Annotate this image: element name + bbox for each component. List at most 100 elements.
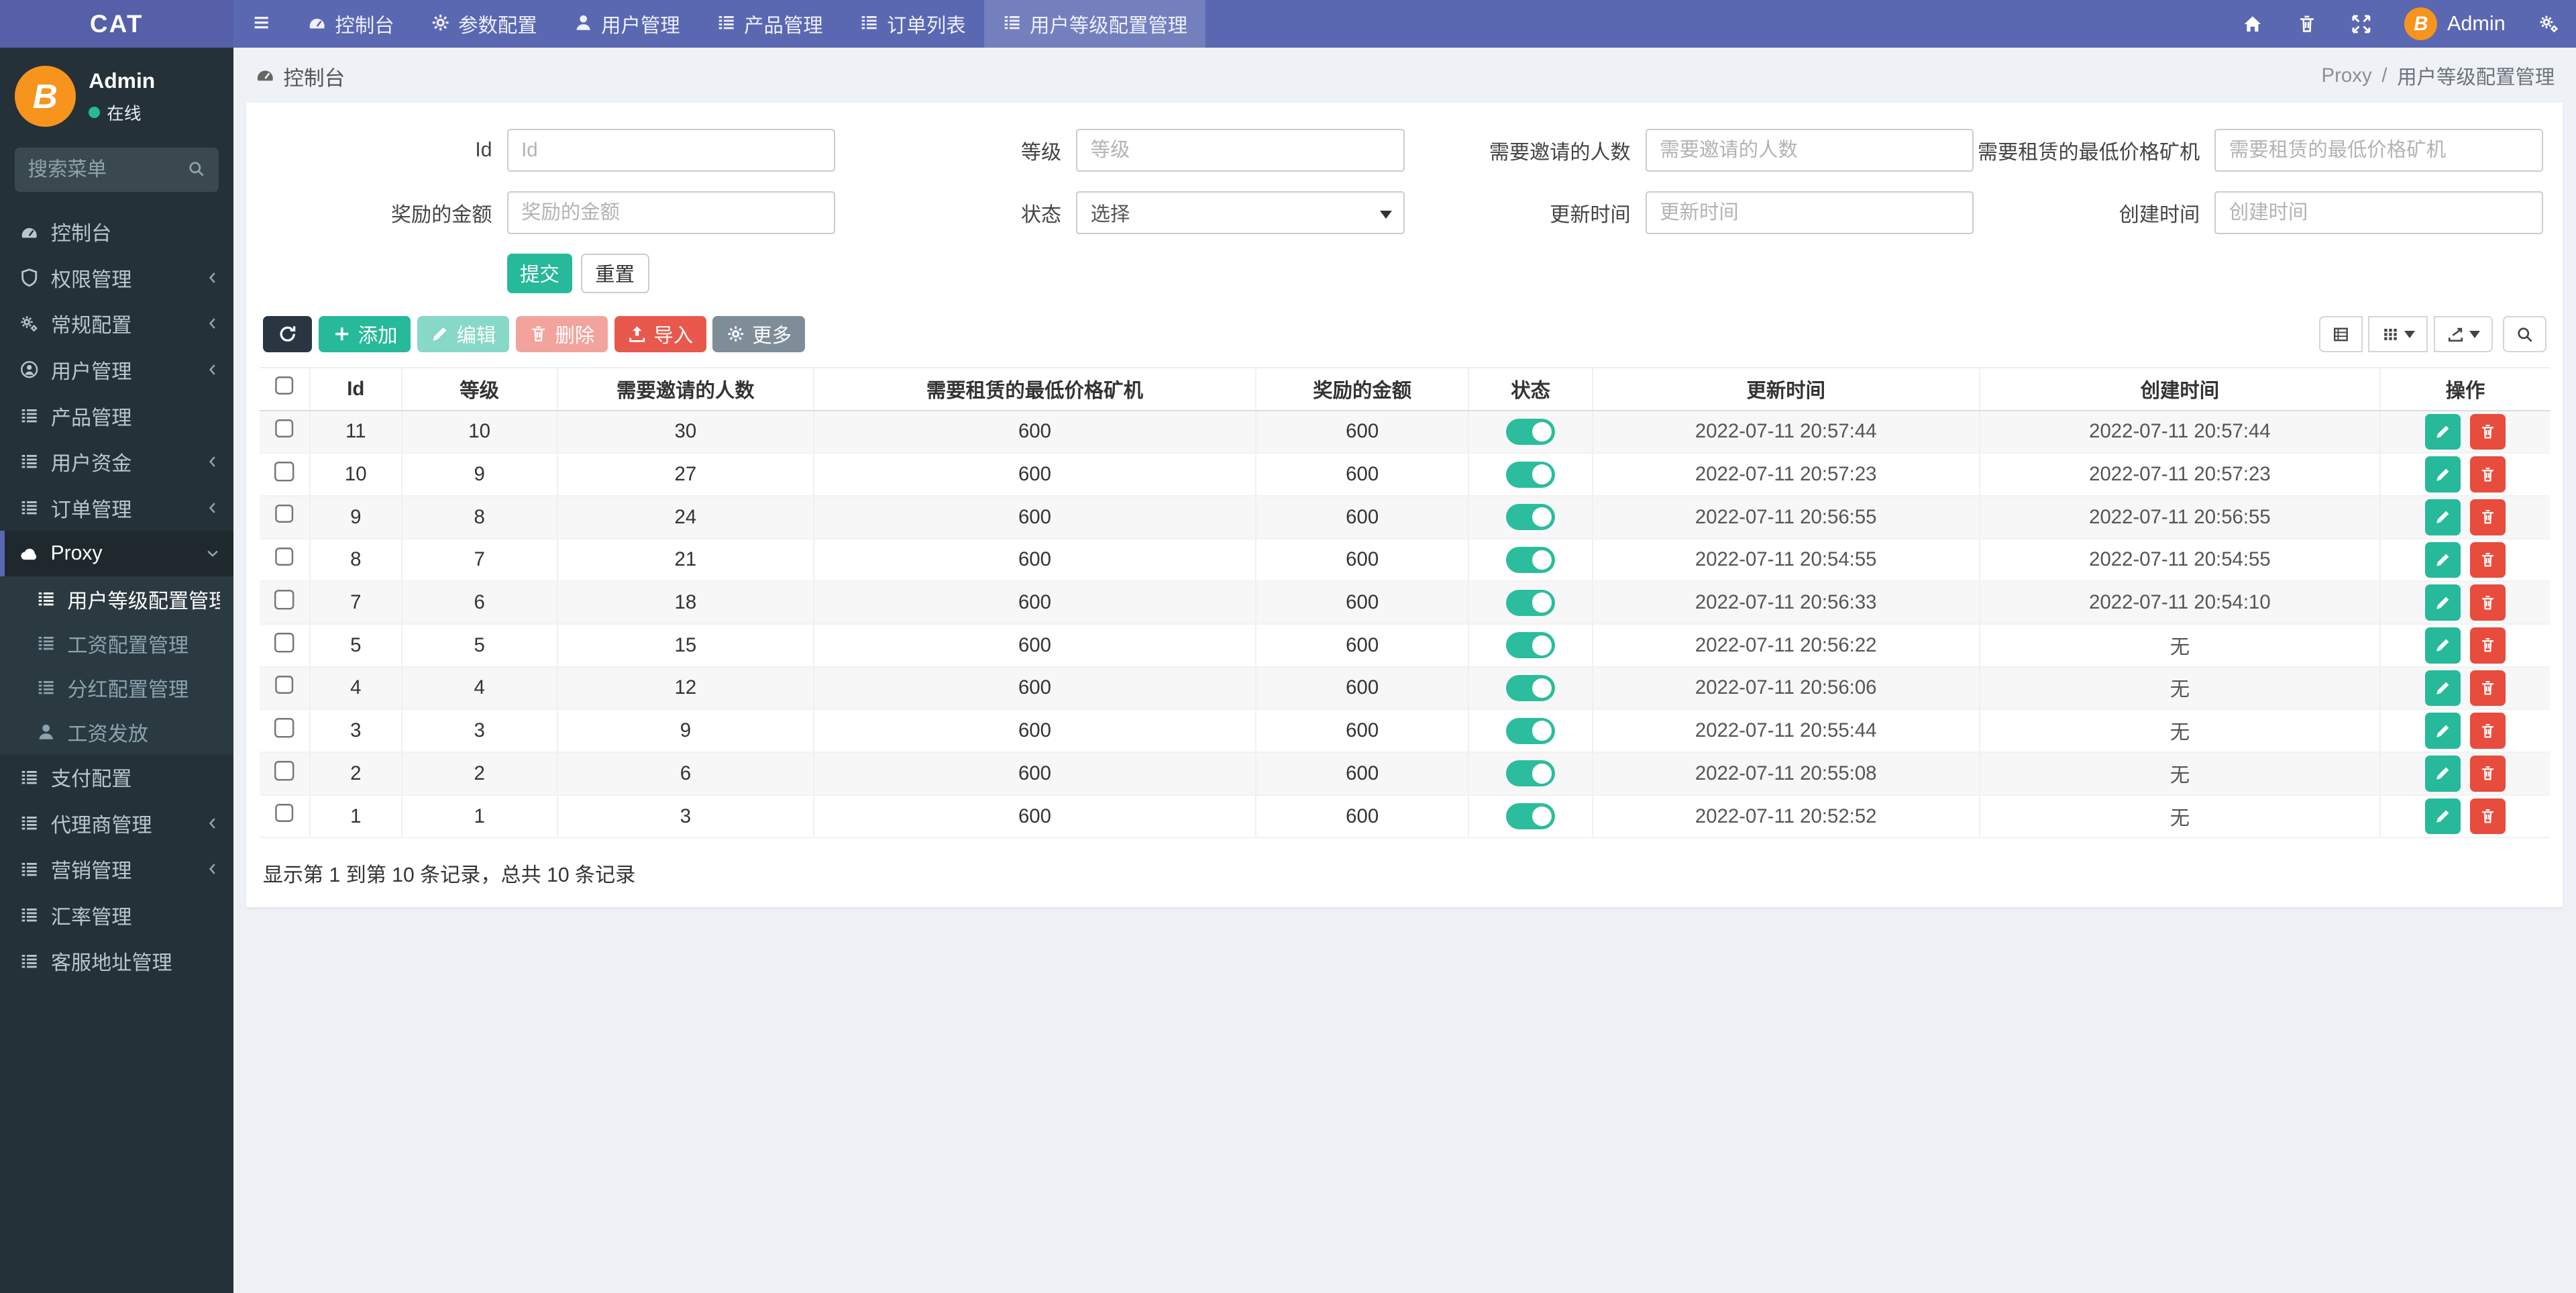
status-toggle[interactable] bbox=[1505, 504, 1556, 531]
row-checkbox[interactable] bbox=[274, 803, 294, 824]
edit-button[interactable]: 编辑 bbox=[417, 316, 509, 352]
user-menu[interactable]: B Admin bbox=[2388, 0, 2522, 48]
sidebar-item-products[interactable]: 产品管理 bbox=[0, 393, 233, 439]
row-edit-button[interactable] bbox=[2424, 413, 2461, 450]
row-edit-button[interactable] bbox=[2424, 755, 2461, 792]
search-icon[interactable] bbox=[187, 160, 205, 180]
invite-count-input[interactable] bbox=[1645, 128, 1974, 172]
column-header-actions[interactable]: 操作 bbox=[2379, 366, 2550, 411]
nav-item-user-level-config[interactable]: 用户等级配置管理 bbox=[983, 0, 1206, 48]
row-checkbox[interactable] bbox=[274, 675, 294, 696]
toggle-view-button[interactable] bbox=[2318, 316, 2363, 352]
row-delete-button[interactable] bbox=[2469, 456, 2506, 493]
column-header-level[interactable]: 等级 bbox=[400, 366, 558, 411]
nav-item-params[interactable]: 参数配置 bbox=[413, 0, 555, 48]
row-edit-button[interactable] bbox=[2424, 627, 2461, 664]
import-button[interactable]: 导入 bbox=[614, 316, 706, 352]
table-search-button[interactable] bbox=[2502, 316, 2546, 352]
sidebar-item-agent-management[interactable]: 代理商管理 bbox=[0, 800, 233, 846]
column-header-id[interactable]: Id bbox=[309, 366, 402, 411]
sidebar-item-general-config[interactable]: 常规配置 bbox=[0, 301, 233, 347]
nav-item-users[interactable]: 用户管理 bbox=[555, 0, 698, 48]
row-delete-button[interactable] bbox=[2469, 627, 2506, 664]
status-toggle[interactable] bbox=[1505, 760, 1556, 787]
status-toggle[interactable] bbox=[1505, 589, 1556, 616]
more-button[interactable]: 更多 bbox=[712, 316, 805, 352]
refresh-button[interactable] bbox=[262, 316, 313, 352]
status-toggle[interactable] bbox=[1505, 461, 1556, 488]
row-checkbox[interactable] bbox=[274, 505, 294, 525]
sidebar-item-exchange-rate[interactable]: 汇率管理 bbox=[0, 892, 233, 939]
row-edit-button[interactable] bbox=[2424, 713, 2461, 749]
column-header-reward[interactable]: 奖励的金额 bbox=[1254, 366, 1470, 411]
created-time-input[interactable] bbox=[2214, 191, 2544, 234]
nav-item-products[interactable]: 产品管理 bbox=[698, 0, 841, 48]
row-checkbox[interactable] bbox=[274, 718, 294, 738]
reward-input[interactable] bbox=[506, 191, 836, 234]
row-checkbox[interactable] bbox=[274, 633, 294, 653]
status-toggle[interactable] bbox=[1505, 803, 1556, 830]
row-delete-button[interactable] bbox=[2469, 541, 2506, 578]
status-toggle[interactable] bbox=[1505, 632, 1556, 659]
sidebar-item-proxy[interactable]: Proxy bbox=[0, 530, 233, 577]
id-input[interactable] bbox=[506, 128, 836, 172]
column-header-status[interactable]: 状态 bbox=[1468, 366, 1593, 411]
sidebar-item-permissions[interactable]: 权限管理 bbox=[0, 255, 233, 301]
status-toggle[interactable] bbox=[1505, 546, 1556, 574]
row-checkbox[interactable] bbox=[274, 462, 294, 482]
status-toggle[interactable] bbox=[1505, 674, 1556, 702]
add-button[interactable]: 添加 bbox=[319, 316, 411, 352]
sidebar-toggle-button[interactable] bbox=[233, 0, 289, 48]
sidebar-item-order-management[interactable]: 订单管理 bbox=[0, 484, 233, 531]
sidebar-item-user-management[interactable]: 用户管理 bbox=[0, 347, 233, 393]
sidebar-item-salary-config[interactable]: 工资配置管理 bbox=[0, 621, 233, 666]
delete-button[interactable]: 删除 bbox=[515, 316, 608, 352]
sidebar-item-salary-payout[interactable]: 工资发放 bbox=[0, 710, 233, 754]
sidebar-item-marketing[interactable]: 营销管理 bbox=[0, 846, 233, 892]
sidebar-item-user-funds[interactable]: 用户资金 bbox=[0, 439, 233, 485]
row-delete-button[interactable] bbox=[2469, 413, 2506, 450]
fullscreen-button[interactable] bbox=[2334, 0, 2388, 48]
level-input[interactable] bbox=[1076, 128, 1405, 172]
sidebar-item-dashboard[interactable]: 控制台 bbox=[0, 209, 233, 255]
row-delete-button[interactable] bbox=[2469, 713, 2506, 749]
row-edit-button[interactable] bbox=[2424, 798, 2461, 835]
updated-time-input[interactable] bbox=[1645, 191, 1974, 234]
status-toggle[interactable] bbox=[1505, 418, 1556, 446]
nav-item-orders[interactable]: 订单列表 bbox=[841, 0, 984, 48]
column-header-invite[interactable]: 需要邀请的人数 bbox=[556, 366, 815, 411]
row-edit-button[interactable] bbox=[2424, 456, 2461, 493]
sidebar-item-service-address[interactable]: 客服地址管理 bbox=[0, 938, 233, 984]
row-delete-button[interactable] bbox=[2469, 499, 2506, 535]
status-select[interactable]: 选择 bbox=[1076, 191, 1405, 234]
sidebar-item-payment-config[interactable]: 支付配置 bbox=[0, 754, 233, 800]
nav-item-dashboard[interactable]: 控制台 bbox=[289, 0, 413, 48]
sidebar-item-user-level-config[interactable]: 用户等级配置管理 bbox=[0, 576, 233, 621]
select-all-checkbox[interactable] bbox=[274, 376, 294, 397]
row-edit-button[interactable] bbox=[2424, 541, 2461, 578]
sidebar-search-input[interactable] bbox=[28, 158, 188, 182]
settings-gears-button[interactable] bbox=[2522, 0, 2576, 48]
breadcrumb-section[interactable]: Proxy bbox=[2322, 64, 2372, 87]
miner-price-input[interactable] bbox=[2214, 128, 2544, 172]
sidebar-item-dividend-config[interactable]: 分红配置管理 bbox=[0, 666, 233, 710]
row-edit-button[interactable] bbox=[2424, 670, 2461, 707]
columns-button[interactable] bbox=[2368, 316, 2428, 352]
status-toggle[interactable] bbox=[1505, 717, 1556, 744]
submit-button[interactable]: 提交 bbox=[506, 254, 573, 293]
home-button[interactable] bbox=[2225, 0, 2279, 48]
row-checkbox[interactable] bbox=[274, 547, 294, 568]
row-edit-button[interactable] bbox=[2424, 499, 2461, 535]
row-checkbox[interactable] bbox=[274, 419, 294, 439]
export-button[interactable] bbox=[2433, 316, 2493, 352]
brand-logo[interactable]: CAT bbox=[0, 0, 233, 48]
row-checkbox[interactable] bbox=[274, 761, 294, 781]
reset-button[interactable]: 重置 bbox=[580, 254, 649, 293]
row-delete-button[interactable] bbox=[2469, 755, 2506, 792]
column-header-created[interactable]: 创建时间 bbox=[1978, 366, 2381, 411]
column-header-updated[interactable]: 更新时间 bbox=[1591, 366, 1980, 411]
row-edit-button[interactable] bbox=[2424, 584, 2461, 621]
column-header-miner[interactable]: 需要租赁的最低价格矿机 bbox=[813, 366, 1256, 411]
trash-button[interactable] bbox=[2279, 0, 2334, 48]
row-delete-button[interactable] bbox=[2469, 798, 2506, 835]
